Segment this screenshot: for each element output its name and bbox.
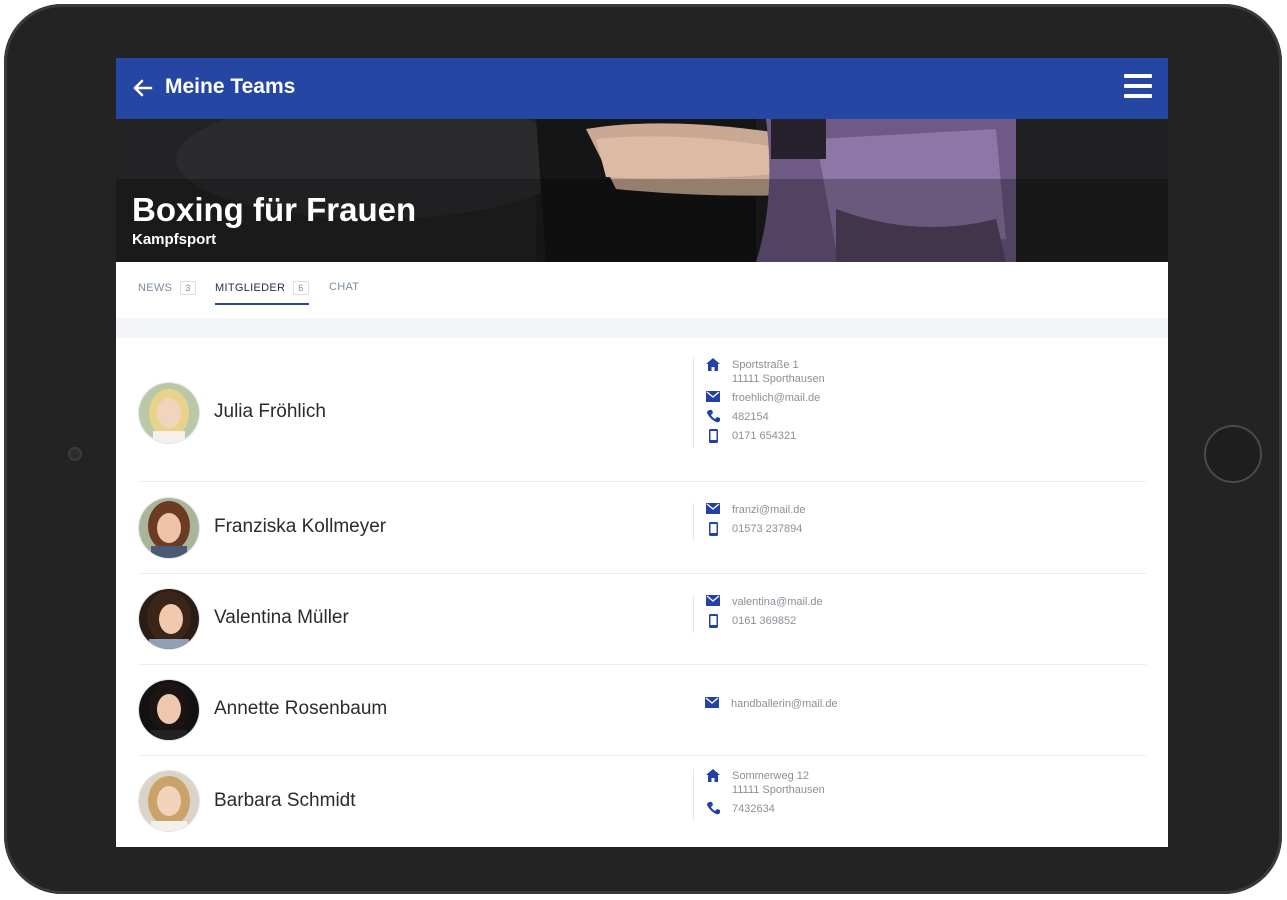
count-badge: 3 [180, 281, 196, 295]
list-item[interactable]: Barbara Schmidt Sommerweg 12 11111 Sport… [138, 755, 1146, 847]
mobile-icon [704, 429, 722, 443]
address-street: Sommerweg 12 [732, 770, 810, 782]
team-title: Boxing für Frauen [132, 191, 417, 228]
member-name: Barbara Schmidt [214, 790, 356, 811]
contact-line: 0171 654321 [704, 429, 825, 443]
mail-icon [704, 391, 722, 405]
mail-icon [704, 503, 722, 517]
address-city: 11111 Sporthausen [732, 373, 825, 385]
avatar [138, 497, 200, 559]
avatar [138, 382, 200, 444]
app-bar: Meine Teams [116, 58, 1168, 119]
contact-line: franzi@mail.de [704, 503, 806, 517]
contact-line: 0161 369852 [704, 614, 823, 628]
home-button[interactable] [1204, 425, 1262, 483]
team-category: Kampfsport [132, 231, 217, 248]
team-header-banner: Boxing für Frauen Kampfsport [116, 119, 1168, 262]
contact-line: froehlich@mail.de [704, 391, 825, 405]
mobile-number[interactable]: 0161 369852 [732, 614, 796, 628]
count-badge: 6 [293, 281, 309, 295]
member-name: Valentina Müller [214, 607, 349, 628]
contact-info: Sportstraße 1 11111 Sporthausen froehlic… [693, 358, 825, 448]
contact-line: Sommerweg 12 11111 Sporthausen [704, 769, 825, 797]
hamburger-menu-icon[interactable] [1124, 72, 1154, 102]
tab-label: MITGLIEDER [215, 282, 286, 294]
phone-number[interactable]: 7432634 [732, 802, 775, 816]
avatar [138, 679, 200, 741]
contact-line: Sportstraße 1 11111 Sporthausen [704, 358, 825, 386]
tab-chat[interactable]: CHAT [329, 281, 359, 301]
contact-info: handballerin@mail.de [693, 697, 838, 716]
contact-line: handballerin@mail.de [703, 697, 838, 711]
mobile-icon [704, 522, 722, 536]
mobile-icon [704, 614, 722, 628]
tab-label: NEWS [138, 282, 173, 294]
section-divider [116, 318, 1168, 338]
mobile-number[interactable]: 0171 654321 [732, 429, 796, 443]
member-name: Julia Fröhlich [214, 401, 326, 422]
list-item[interactable]: Julia Fröhlich Sportstraße 1 11111 Sport… [138, 338, 1146, 482]
list-item[interactable]: Annette Rosenbaum handballerin@mail.de [138, 664, 1146, 756]
list-item[interactable]: Valentina Müller valentina@mail.de 0161 … [138, 573, 1146, 665]
member-name: Annette Rosenbaum [214, 698, 388, 719]
tab-label: CHAT [329, 281, 360, 293]
contact-line: 01573 237894 [704, 522, 806, 536]
contact-info: valentina@mail.de 0161 369852 [693, 595, 823, 633]
phone-number[interactable]: 482154 [732, 410, 769, 424]
email-link[interactable]: handballerin@mail.de [731, 697, 838, 711]
avatar [138, 588, 200, 650]
email-link[interactable]: froehlich@mail.de [732, 391, 820, 405]
address-city: 11111 Sporthausen [732, 784, 825, 796]
contact-line: valentina@mail.de [704, 595, 823, 609]
mobile-number[interactable]: 01573 237894 [732, 522, 802, 536]
phone-icon [704, 802, 722, 816]
page-title: Meine Teams [165, 75, 296, 98]
mail-icon [703, 697, 721, 711]
camera-icon [68, 447, 82, 461]
home-icon [704, 769, 722, 783]
member-name: Franziska Kollmeyer [214, 516, 387, 537]
email-link[interactable]: franzi@mail.de [732, 503, 806, 517]
home-icon [704, 358, 722, 372]
arrow-left-icon[interactable] [130, 74, 156, 102]
tab-bar: NEWS 3 MITGLIEDER 6 CHAT [116, 262, 1168, 318]
contact-info: Sommerweg 12 11111 Sporthausen 7432634 [693, 769, 825, 821]
address-street: Sportstraße 1 [732, 359, 799, 371]
phone-icon [704, 410, 722, 424]
avatar [138, 770, 200, 832]
tab-members[interactable]: MITGLIEDER 6 [215, 281, 309, 305]
email-link[interactable]: valentina@mail.de [732, 595, 823, 609]
contact-info: franzi@mail.de 01573 237894 [693, 503, 806, 541]
tab-news[interactable]: NEWS 3 [138, 281, 196, 303]
app-screen: Meine Teams Boxing für Frauen Kampfsport… [116, 58, 1168, 847]
list-item[interactable]: Franziska Kollmeyer franzi@mail.de 01573… [138, 481, 1146, 574]
contact-line: 482154 [704, 410, 825, 424]
contact-line: 7432634 [704, 802, 825, 816]
mail-icon [704, 595, 722, 609]
